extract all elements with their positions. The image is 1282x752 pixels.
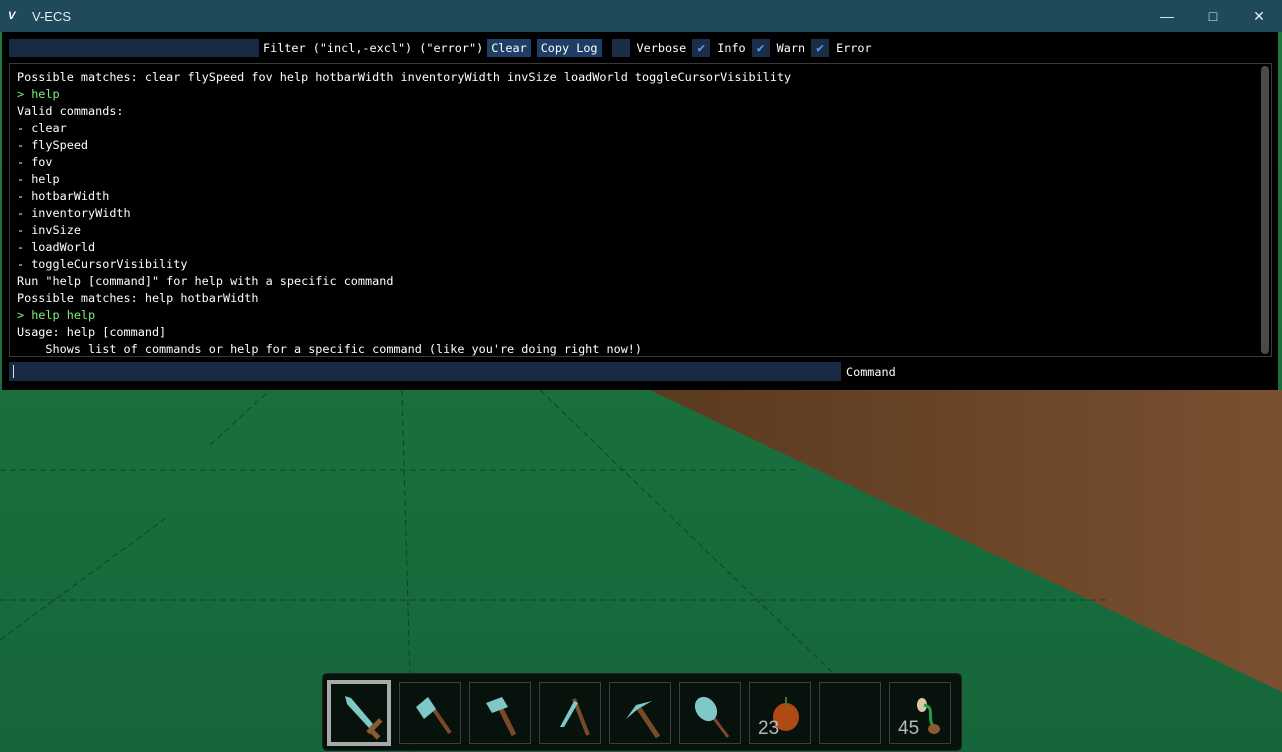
hammer-icon [486,697,517,737]
hotbar-slot[interactable] [609,682,671,744]
log-line: Possible matches: help hotbarWidth [17,291,259,305]
sword-icon [345,696,383,740]
hotbar-slot[interactable]: 23 [749,682,811,744]
axe-icon [416,697,452,735]
log-line: Run "help [command]" for help with a spe… [17,274,394,288]
checkmark-icon: ✔ [697,40,706,56]
checkbox-label: Verbose [636,41,687,55]
close-button[interactable]: ✕ [1236,0,1282,32]
hotbar-slot[interactable] [679,682,741,744]
log-output: Possible matches: clear flySpeed fov hel… [9,63,1272,357]
log-line: - fov [17,155,53,169]
maximize-button[interactable]: □ [1190,0,1236,32]
checkbox-label: Warn [776,41,806,55]
hotbar-slot[interactable] [819,682,881,744]
log-line: Usage: help [command] [17,325,167,339]
window-title: V-ECS [32,8,72,24]
checkbox-label: Error [836,41,872,55]
shovel-icon [694,696,730,738]
log-line: Possible matches: clear flySpeed fov hel… [17,70,792,84]
log-command-line: > help [17,87,60,101]
hotbar-slot[interactable] [469,682,531,744]
hotbar-slot[interactable] [327,680,391,746]
text-caret [13,365,14,378]
log-command-line: > help help [17,308,96,322]
checkbox-warn[interactable]: ✔ [751,39,770,57]
checkmark-icon: ✔ [816,40,824,56]
copy-log-button[interactable]: Copy Log [536,39,602,57]
hotbar-slot[interactable] [539,682,601,744]
app-logo-icon: V [8,10,16,22]
maximize-icon: □ [1208,8,1218,24]
scythe-icon [560,698,590,736]
checkbox-info[interactable]: ✔ [692,39,711,57]
pickaxe-icon [626,701,661,739]
checkmark-icon: ✔ [756,40,765,56]
log-scrollbar[interactable] [1261,66,1269,354]
command-label: Command [846,364,896,379]
log-line: - help [17,172,60,186]
item-count: 23 [758,718,780,739]
log-line: - hotbarWidth [17,189,110,203]
command-input[interactable] [9,362,841,381]
hotbar-slot[interactable] [399,682,461,744]
clear-button[interactable]: Clear [487,39,531,57]
minimize-icon: — [1160,8,1174,24]
log-line: Shows list of commands or help for a spe… [17,342,643,356]
console-window: Filter ("incl,-excl") ("error") Clear Co… [2,32,1278,390]
filter-input[interactable] [9,39,259,57]
log-line: Valid commands: [17,104,124,118]
log-line: - loadWorld [17,240,96,254]
checkbox-error[interactable]: ✔ [811,39,830,57]
filter-label: Filter ("incl,-excl") ("error") [263,41,484,55]
log-line: - inventoryWidth [17,206,131,220]
checkbox-verbose[interactable] [611,39,630,57]
close-icon: ✕ [1253,7,1265,24]
item-count: 45 [898,718,920,739]
hotbar-slot[interactable]: 45 [889,682,951,744]
console-toolbar: Filter ("incl,-excl") ("error") Clear Co… [9,39,874,57]
minimize-button[interactable]: — [1144,0,1190,32]
log-line: - clear [17,121,67,135]
checkbox-label: Info [717,41,746,55]
log-line: - toggleCursorVisibility [17,257,188,271]
hotbar: 23 45 [322,673,962,751]
title-bar: V V-ECS — □ ✕ [0,0,1282,32]
log-line: - flySpeed [17,138,89,152]
log-line: - invSize [17,223,81,237]
